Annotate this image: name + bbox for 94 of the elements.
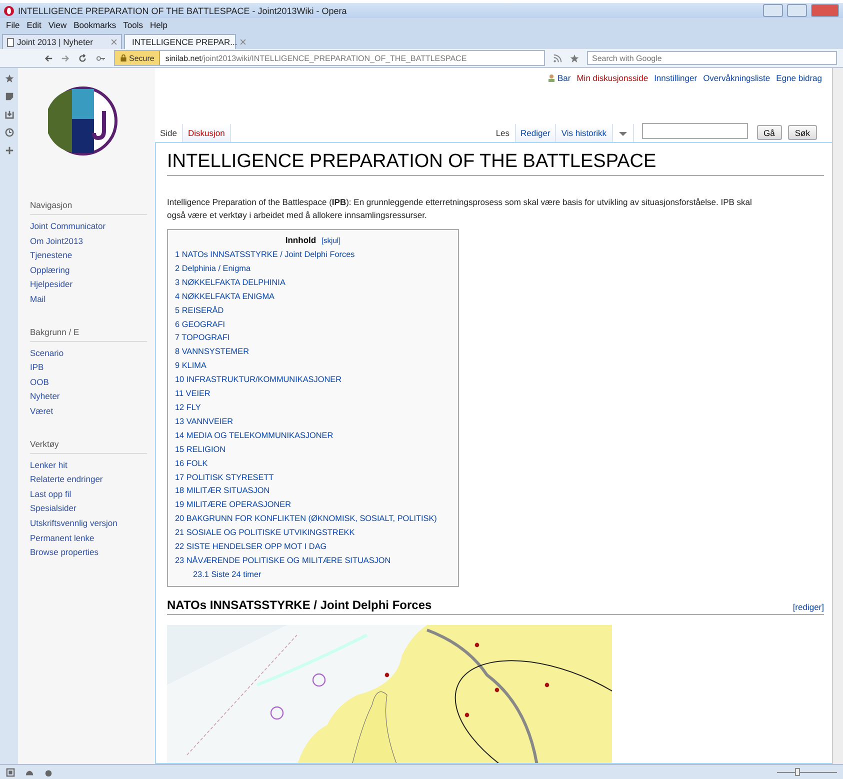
sidebar-link[interactable]: Spesialsider bbox=[30, 501, 155, 516]
sidebar-heading: Bakgrunn / E bbox=[30, 326, 147, 342]
toc-link[interactable]: 6 GEOGRAFI bbox=[175, 318, 226, 332]
menu-item[interactable]: Tools bbox=[123, 20, 143, 30]
personal-link[interactable]: Min diskusjonsside bbox=[576, 71, 648, 85]
toc-link[interactable]: 14 MEDIA OG TELEKOMMUNIKASJONER bbox=[175, 428, 334, 443]
user-link[interactable]: Bar bbox=[548, 71, 571, 85]
slider-thumb[interactable] bbox=[795, 768, 800, 776]
go-button[interactable]: Gå bbox=[756, 125, 782, 140]
personal-link[interactable]: Overvåkningsliste bbox=[703, 71, 770, 85]
back-icon[interactable] bbox=[44, 54, 53, 62]
sidebar-link[interactable]: Last opp fil bbox=[30, 486, 155, 502]
personal-link[interactable]: Innstillinger bbox=[654, 71, 698, 85]
view-tab[interactable]: Vis historikk bbox=[556, 124, 613, 142]
toc-title: Innhold bbox=[285, 235, 316, 245]
menu-item[interactable]: File bbox=[6, 20, 20, 30]
toc-link[interactable]: 21 SOSIALE OG POLITISKE UTVIKINGSTREKK bbox=[175, 526, 355, 540]
rss-icon[interactable] bbox=[553, 54, 562, 62]
address-field[interactable]: Secure sinilab.net/joint2013wiki/INTELLIGENCE_PREPARATION_OF_THE_BATTLESPACE bbox=[114, 50, 545, 66]
page-icon bbox=[7, 38, 14, 46]
menu-item[interactable]: Edit bbox=[26, 20, 42, 30]
toc-link[interactable]: 11 VEIER bbox=[175, 387, 210, 401]
sidebar-link[interactable]: Opplæring bbox=[30, 262, 155, 278]
toc-link[interactable]: 18 MILITÆR SITUASJON bbox=[175, 484, 270, 498]
toc-link[interactable]: 9 KLIMA bbox=[175, 359, 206, 374]
search-button[interactable]: Søk bbox=[788, 125, 817, 140]
sidebar-link[interactable]: OOB bbox=[30, 374, 155, 390]
close-tab-icon[interactable] bbox=[111, 39, 117, 45]
sidebar-link[interactable]: Relaterte endringer bbox=[30, 472, 155, 487]
key-icon[interactable] bbox=[95, 54, 106, 62]
sidebar-link[interactable]: Nyheter bbox=[30, 389, 155, 404]
browser-tab[interactable]: Joint 2013 | Nyheter bbox=[2, 34, 122, 49]
maximize-button[interactable] bbox=[787, 4, 807, 17]
sidebar-link[interactable]: Mail bbox=[30, 292, 155, 307]
toc-link[interactable]: 7 TOPOGRAFI bbox=[175, 331, 230, 346]
logo-icon bbox=[48, 86, 118, 156]
menu-item[interactable]: View bbox=[48, 20, 67, 30]
toc-link[interactable]: 15 RELIGION bbox=[175, 442, 226, 457]
sidebar-link[interactable]: Utskriftsvennlig versjon bbox=[30, 516, 155, 530]
toc-link[interactable]: 12 FLY bbox=[175, 400, 201, 415]
toc-link[interactable]: 4 NØKKELFAKTA ENIGMA bbox=[175, 290, 274, 304]
toc-link[interactable]: 16 FOLK bbox=[175, 456, 208, 470]
scrollbar[interactable] bbox=[832, 68, 843, 764]
close-tab-icon[interactable] bbox=[240, 39, 246, 45]
toc-link[interactable]: 2 Delphinia / Enigma bbox=[175, 262, 251, 276]
sidebar-link[interactable]: Permanent lenke bbox=[30, 530, 155, 546]
edit-link[interactable]: [rediger] bbox=[792, 602, 824, 612]
sidebar-heading: Verktøy bbox=[30, 438, 147, 454]
star-icon[interactable] bbox=[4, 74, 14, 83]
search-field[interactable]: Search with Google bbox=[587, 51, 837, 65]
plus-icon[interactable] bbox=[4, 146, 14, 155]
clock-icon[interactable] bbox=[4, 128, 14, 137]
toc-link[interactable]: 17 POLITISK STYRESETT bbox=[175, 470, 274, 484]
window-title: INTELLIGENCE PREPARATION OF THE BATTLESPACE - Joint2013Wiki - Opera bbox=[18, 6, 348, 16]
toc-link[interactable]: 23 NÅVÆRENDE POLITISKE OG MILITÆRE SITUASJON bbox=[175, 554, 391, 568]
toc-link[interactable]: 23.1 Siste 24 timer bbox=[175, 568, 262, 582]
panel-icon[interactable] bbox=[6, 768, 15, 776]
view-tab[interactable]: Rediger bbox=[516, 124, 556, 142]
sidebar-link[interactable]: IPB bbox=[30, 360, 155, 375]
minimize-button[interactable] bbox=[763, 4, 783, 17]
sidebar-link[interactable]: Scenario bbox=[30, 346, 155, 360]
page-title: INTELLIGENCE PREPARATION OF THE BATTLESPACE bbox=[167, 151, 824, 176]
search-field[interactable] bbox=[642, 123, 748, 139]
sidebar-link[interactable]: Været bbox=[30, 404, 155, 419]
sidebar-heading: Navigasjon bbox=[30, 200, 147, 215]
toc-link[interactable]: 20 BAKGRUNN FOR KONFLIKTEN (ØKNOMISK, SOSIALT, POLITISK) bbox=[175, 512, 437, 526]
toc-link[interactable]: 1 NATOs INNSATSSTYRKE / Joint Delphi Forces bbox=[175, 248, 355, 262]
toc-link[interactable]: 10 INFRASTRUKTUR/KOMMUNIKASJONER bbox=[175, 373, 342, 388]
sidebar-link[interactable]: Lenker hit bbox=[30, 458, 155, 472]
page-tab[interactable]: Diskusjon bbox=[183, 124, 231, 142]
toc-link[interactable]: 5 REISERÅD bbox=[175, 304, 224, 318]
padlock-icon bbox=[120, 54, 127, 62]
download-icon[interactable] bbox=[4, 110, 14, 119]
star-icon[interactable] bbox=[570, 54, 579, 62]
section-heading: NATOs INNSATSSTYRKE / Joint Delphi Forces bbox=[167, 598, 432, 612]
menu-item[interactable]: Bookmarks bbox=[74, 20, 116, 30]
personal-link[interactable]: Egne bidrag bbox=[776, 71, 822, 85]
toc-link[interactable]: 19 MILITÆRE OPERASJONER bbox=[175, 498, 292, 512]
forward-icon[interactable] bbox=[61, 54, 70, 62]
toc-link[interactable]: 22 SISTE HENDELSER OPP MOT I DAG bbox=[175, 540, 327, 554]
note-icon[interactable] bbox=[4, 92, 14, 101]
toc-link[interactable]: 8 VANNSYSTEMER bbox=[175, 345, 250, 360]
user-icon bbox=[548, 74, 556, 82]
reload-icon[interactable] bbox=[78, 54, 87, 62]
sidebar-link[interactable]: Joint Communicator bbox=[30, 219, 155, 234]
browser-logo-icon bbox=[4, 6, 14, 16]
intro-paragraph: Intelligence Preparation of the Battlespace (IPB): En grunnleggende etterretningsprosess som skal være basis for utvikling av situasjonsforståelse. IPB skal også være et verktøy i arbeidet med å allokere innsamlingsressurser. bbox=[167, 196, 753, 222]
sidebar-link[interactable]: Tjenestene bbox=[30, 248, 155, 263]
sidebar-link[interactable]: Browse properties bbox=[30, 545, 155, 560]
toc-link[interactable]: 13 VANNVEIER bbox=[175, 414, 234, 429]
sidebar-link[interactable]: Om Joint2013 bbox=[30, 234, 155, 248]
menu-item[interactable]: Help bbox=[150, 20, 168, 30]
sidebar-link[interactable]: Hjelpesider bbox=[30, 277, 155, 292]
toc-link[interactable]: 3 NØKKELFAKTA DELPHINIA bbox=[175, 276, 286, 290]
